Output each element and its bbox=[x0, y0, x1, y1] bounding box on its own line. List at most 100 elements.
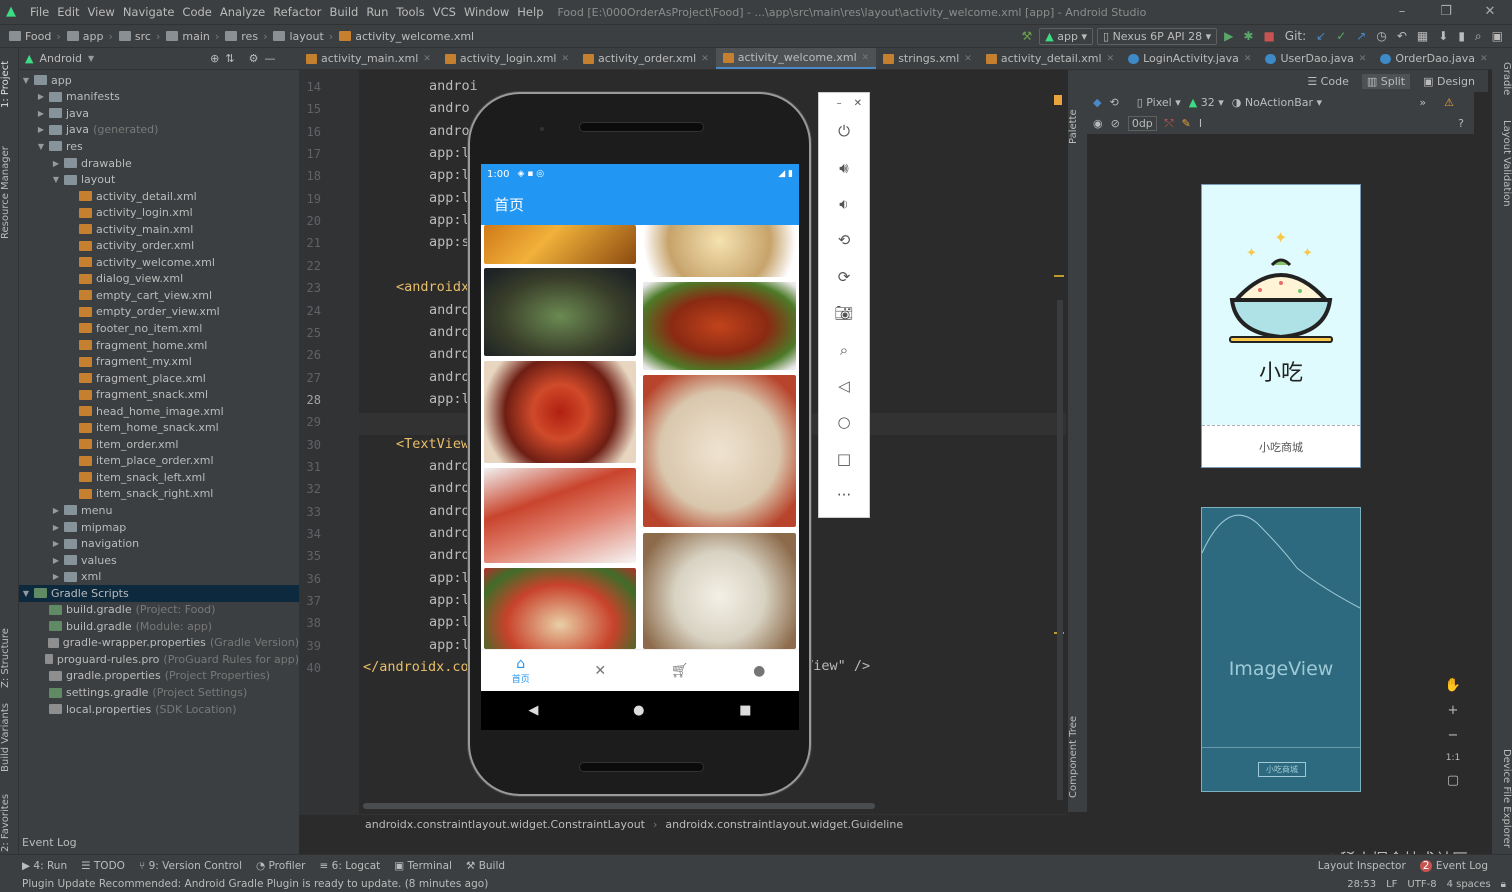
tree-node[interactable]: settings.gradle (Project Settings) bbox=[19, 684, 299, 701]
module-selector[interactable]: ▲ app ▾ bbox=[1039, 27, 1093, 45]
tab-profiler[interactable]: ◔ Profiler bbox=[256, 860, 305, 872]
tab-logcat[interactable]: ≡ 6: Logcat bbox=[320, 860, 381, 872]
tree-node[interactable]: fragment_my.xml bbox=[19, 353, 299, 370]
close-tab-icon[interactable]: ✕ bbox=[423, 54, 431, 64]
chevron-right-icon[interactable]: ▶ bbox=[36, 125, 46, 134]
nav-home[interactable]: ⌂ 首页 bbox=[481, 650, 561, 691]
menu-analyze[interactable]: Analyze bbox=[216, 5, 269, 19]
tab-terminal[interactable]: ▣ Terminal bbox=[394, 860, 452, 872]
food-image[interactable] bbox=[484, 225, 636, 264]
split-mode-button[interactable]: ▥ Split bbox=[1361, 73, 1411, 89]
layers-icon[interactable]: ◆ bbox=[1093, 96, 1101, 109]
zoom-fit-icon[interactable]: ▢ bbox=[1447, 773, 1459, 788]
volume-up-icon[interactable]: 🔊︎ bbox=[818, 149, 870, 185]
history-icon[interactable]: ◷ bbox=[1373, 29, 1389, 43]
tab-device-file-explorer[interactable]: Device File Explorer bbox=[1493, 748, 1512, 848]
food-image[interactable] bbox=[643, 282, 796, 370]
tree-node[interactable]: activity_main.xml bbox=[19, 221, 299, 238]
view-options-icon[interactable]: ◉ bbox=[1093, 117, 1103, 130]
tree-node[interactable]: ▼ Gradle Scripts bbox=[19, 584, 299, 602]
close-tab-icon[interactable]: ✕ bbox=[1244, 54, 1252, 64]
close-icon[interactable]: ✕ bbox=[1468, 0, 1512, 24]
warning-icon[interactable]: ⚠ bbox=[1444, 96, 1474, 109]
tree-node[interactable]: ▼ app bbox=[19, 72, 299, 89]
tab-build-variants[interactable]: Build Variants bbox=[0, 688, 19, 788]
tree-node[interactable]: gradle-wrapper.properties (Gradle Version… bbox=[19, 635, 299, 652]
tree-node[interactable]: footer_no_item.xml bbox=[19, 320, 299, 337]
clear-constraints-icon[interactable]: ⤲ bbox=[1165, 117, 1174, 131]
menu-file[interactable]: File bbox=[26, 5, 53, 19]
editor-tab[interactable]: strings.xml ✕ bbox=[876, 48, 979, 69]
lock-icon[interactable]: 🔒︎ bbox=[1501, 879, 1506, 890]
tree-node[interactable]: activity_order.xml bbox=[19, 237, 299, 254]
chevron-down-icon[interactable]: ▼ bbox=[21, 589, 31, 598]
minimize-icon[interactable]: – bbox=[1380, 0, 1424, 24]
tree-node[interactable]: item_order.xml bbox=[19, 436, 299, 453]
zoom-actual-size[interactable]: 1:1 bbox=[1446, 753, 1460, 763]
power-icon[interactable]: ⏻ bbox=[818, 113, 870, 149]
tab-version-control[interactable]: ⑂ 9: Version Control bbox=[139, 860, 242, 872]
close-icon[interactable]: ✕ bbox=[854, 98, 862, 109]
guidelines-icon[interactable]: I bbox=[1199, 117, 1202, 130]
menu-build[interactable]: Build bbox=[325, 5, 362, 19]
food-image[interactable] bbox=[643, 225, 796, 277]
close-tab-icon[interactable]: ✕ bbox=[1359, 54, 1367, 64]
rotate-right-icon[interactable]: ⟳ bbox=[818, 259, 870, 295]
tree-node[interactable]: ▶ values bbox=[19, 552, 299, 569]
layout-design-area[interactable]: ◆ ⟲ ▯ Pixel ▾ ▲ 32 ▾ ◑ NoActionBar ▾ » ⚠… bbox=[1087, 92, 1474, 812]
tab-todo[interactable]: ☰ TODO bbox=[81, 860, 125, 872]
avd-manager-icon[interactable]: ▮ bbox=[1455, 29, 1468, 43]
menu-run[interactable]: Run bbox=[362, 5, 392, 19]
tree-node[interactable]: local.properties (SDK Location) bbox=[19, 701, 299, 718]
more-icon[interactable]: » bbox=[1419, 96, 1436, 109]
code-mode-button[interactable]: ☰ Code bbox=[1302, 74, 1354, 89]
tree-node[interactable]: item_snack_left.xml bbox=[19, 469, 299, 486]
menu-vcs[interactable]: VCS bbox=[429, 5, 460, 19]
status-message[interactable]: Plugin Update Recommended: Android Gradl… bbox=[22, 878, 488, 890]
back-icon[interactable]: ◁ bbox=[818, 368, 870, 404]
tab-build[interactable]: ⚒ Build bbox=[466, 860, 505, 872]
close-tab-icon[interactable]: ✕ bbox=[701, 54, 709, 64]
camera-icon[interactable]: 📷︎ bbox=[818, 295, 870, 331]
tree-node[interactable]: ▶ drawable bbox=[19, 155, 299, 172]
menu-code[interactable]: Code bbox=[178, 5, 215, 19]
editor-tab[interactable]: activity_main.xml ✕ bbox=[299, 48, 438, 69]
zoom-out-icon[interactable]: − bbox=[1448, 728, 1459, 743]
help-icon[interactable]: ? bbox=[1458, 117, 1474, 130]
food-image[interactable] bbox=[484, 468, 636, 563]
food-image[interactable] bbox=[484, 361, 636, 463]
rotate-left-icon[interactable]: ⟲ bbox=[818, 222, 870, 258]
tab-resource-manager[interactable]: Resource Manager bbox=[0, 128, 19, 258]
breadcrumb-constraint-layout[interactable]: androidx.constraintlayout.widget.Constra… bbox=[365, 818, 645, 831]
device-selector-design[interactable]: ▯ Pixel ▾ bbox=[1137, 96, 1181, 109]
back-icon[interactable]: ◀ bbox=[528, 703, 538, 718]
tree-node[interactable]: build.gradle (Module: app) bbox=[19, 618, 299, 635]
locate-icon[interactable]: ⊕ bbox=[210, 52, 219, 65]
home-icon[interactable]: ○ bbox=[818, 404, 870, 440]
menu-view[interactable]: View bbox=[84, 5, 119, 19]
debug-icon[interactable]: ✱ bbox=[1240, 29, 1256, 43]
editor-tab[interactable]: OrderDao.java ✕ bbox=[1373, 48, 1494, 69]
breadcrumb-item[interactable]: app › bbox=[64, 30, 116, 43]
rollback-icon[interactable]: ↶ bbox=[1394, 29, 1410, 43]
tab-event-log[interactable]: 2 Event Log bbox=[1419, 859, 1512, 872]
pan-icon[interactable]: ✋ bbox=[1445, 678, 1461, 693]
nav-profile[interactable]: ● bbox=[720, 650, 800, 691]
close-tab-icon[interactable]: ✕ bbox=[964, 54, 972, 64]
food-grid[interactable] bbox=[481, 225, 799, 649]
more-icon[interactable]: ··· bbox=[818, 477, 870, 513]
breadcrumb-guideline[interactable]: androidx.constraintlayout.widget.Guideli… bbox=[665, 818, 903, 831]
tree-node[interactable]: activity_login.xml bbox=[19, 204, 299, 221]
chevron-down-icon[interactable]: ▼ bbox=[36, 142, 46, 151]
orientation-icon[interactable]: ⟲ bbox=[1109, 96, 1118, 109]
git-commit-icon[interactable]: ✓ bbox=[1333, 29, 1349, 43]
tab-layout-validation[interactable]: Layout Validation bbox=[1493, 118, 1512, 208]
theme-selector[interactable]: ◑ NoActionBar ▾ bbox=[1232, 96, 1322, 109]
tree-node[interactable]: fragment_snack.xml bbox=[19, 386, 299, 403]
volume-down-icon[interactable]: 🔉︎ bbox=[818, 186, 870, 222]
infer-constraints-icon[interactable]: ✎ bbox=[1182, 117, 1191, 130]
tree-node[interactable]: head_home_image.xml bbox=[19, 403, 299, 420]
run-icon[interactable]: ▶ bbox=[1221, 29, 1236, 43]
line-separator[interactable]: LF bbox=[1386, 879, 1397, 890]
editor-tab[interactable]: UserDao.java ✕ bbox=[1258, 48, 1373, 69]
